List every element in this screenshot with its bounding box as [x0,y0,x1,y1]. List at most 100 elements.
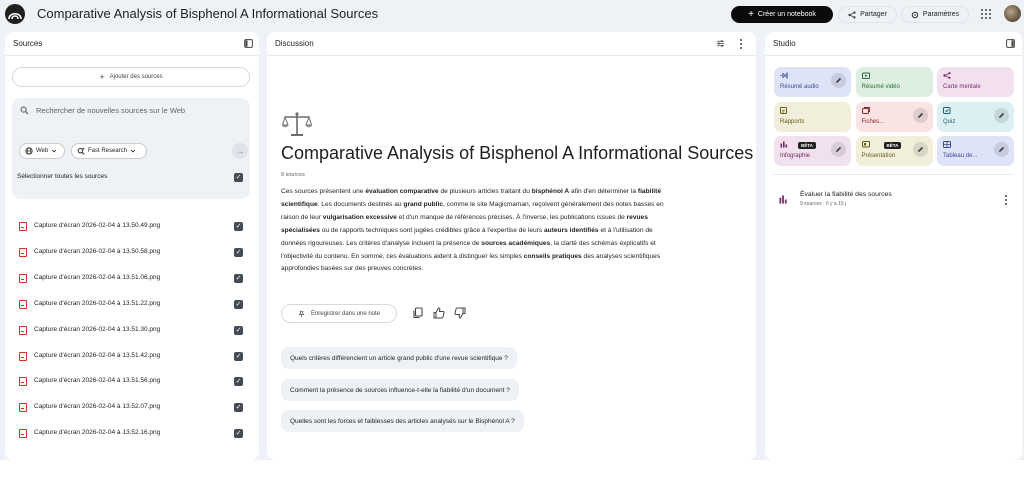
check-icon: ✓ [235,274,242,282]
search-input[interactable]: Rechercher de nouvelles sources sur le W… [36,106,185,115]
source-checkbox[interactable]: ✓ [234,403,243,413]
infographic-icon [780,141,788,148]
source-list-item[interactable]: Capture d'écran 2026-02-04 à 13.51.42.pn… [5,347,259,367]
source-list-item[interactable]: Capture d'écran 2026-02-04 à 13.51.06.pn… [5,269,259,289]
select-all-checkbox[interactable]: ✓ [234,173,243,182]
sources-header: Sources [5,32,259,56]
collapse-panel-icon[interactable] [1006,39,1015,48]
discussion-panel: Discussion Comparative Analysis of Bisph… [267,32,756,460]
pencil-icon [917,112,923,118]
studio-tile[interactable]: Carte mentale [937,67,1014,97]
slides-icon [861,141,870,148]
edit-button[interactable] [994,142,1009,157]
source-checkbox[interactable]: ✓ [234,351,243,361]
summary-highlight: évaluation comparative [365,188,439,195]
source-checkbox[interactable]: ✓ [234,429,243,439]
summary-segment: ou de rapports techniques sont jugées cr… [319,226,544,234]
note-meta: 9 sources · Il y a 15 j [800,201,847,207]
edit-button[interactable] [831,142,846,157]
source-list-item[interactable]: Capture d'écran 2026-02-04 à 13.50.49.pn… [5,217,259,237]
summary-highlight: bisphénol A [531,188,570,195]
save-to-note-label: Enregistrer dans une note [310,310,381,317]
balance-scale-icon [282,112,312,136]
saved-note-item[interactable]: Évaluer la fiabilité des sources 9 sourc… [773,188,1013,212]
source-checkbox[interactable]: ✓ [234,325,243,335]
studio-tile[interactable]: BÊTA Présentation [855,136,933,166]
waveform-icon [780,72,788,79]
flashcard-icon [861,106,870,114]
source-name: Capture d'écran 2026-02-04 à 13.51.22.pn… [34,299,161,307]
submit-search-button[interactable]: → [232,143,248,159]
source-checkbox[interactable]: ✓ [234,299,243,309]
source-name: Capture d'écran 2026-02-04 à 13.52.16.pn… [34,429,161,437]
thumbs-up-icon[interactable] [433,307,445,319]
studio-tile[interactable]: BÊTA Infographie [774,136,851,166]
studio-tile[interactable]: Résumé vidéo [855,67,933,97]
summary-highlight: vulgarisation excessive [322,213,397,221]
image-file-icon [19,429,27,439]
check-icon: ✓ [235,352,242,360]
source-name: Capture d'écran 2026-02-04 à 13.51.42.pn… [34,351,161,359]
check-icon: ✓ [235,174,242,181]
source-list-item[interactable]: Capture d'écran 2026-02-04 à 13.51.30.pn… [5,321,259,341]
save-to-note-button[interactable]: Enregistrer dans une note [281,304,397,323]
summary-highlight: conseils pratiques [523,252,582,260]
check-icon: ✓ [235,248,242,256]
source-checkbox[interactable]: ✓ [234,273,243,283]
source-list-item[interactable]: Capture d'écran 2026-02-04 à 13.52.16.pn… [5,424,259,444]
source-list-item[interactable]: Capture d'écran 2026-02-04 à 13.50.58.pn… [5,243,259,263]
studio-tile[interactable]: Rapports [774,101,851,132]
studio-tile[interactable]: Tableau de... [937,136,1014,166]
add-sources-button[interactable]: + Ajouter des sources [12,67,250,87]
image-file-icon [19,351,27,361]
source-checkbox[interactable]: ✓ [234,247,243,257]
settings-button[interactable]: Paramètres [901,6,969,23]
source-checkbox[interactable]: ✓ [234,222,243,231]
image-file-icon [19,299,27,309]
notebooklm-logo-icon[interactable] [5,4,25,24]
image-file-icon [19,377,27,387]
report-icon [779,195,787,204]
check-icon: ✓ [235,326,242,334]
discussion-header: Discussion [267,32,756,56]
tune-icon[interactable] [716,39,725,48]
source-list-item[interactable]: Capture d'écran 2026-02-04 à 13.51.56.pn… [5,372,259,392]
suggested-question[interactable]: Comment la présence de sources influence… [281,379,519,401]
divider [773,174,1013,175]
studio-tile[interactable]: Quiz [937,101,1014,132]
edit-button[interactable] [912,107,928,123]
edit-button[interactable] [831,73,846,88]
notebook-title[interactable]: Comparative Analysis of Bisphenol A Info… [37,6,378,21]
source-type-select[interactable]: Web [19,143,65,159]
studio-tile[interactable]: Fiches... [855,101,933,132]
image-file-icon [19,403,27,413]
studio-tile-label: Infographie [780,153,811,159]
pencil-icon [917,146,923,152]
studio-tile[interactable]: Résumé audio [774,67,851,97]
note-more-icon[interactable] [1005,195,1008,205]
pencil-icon [999,112,1005,118]
source-checkbox[interactable]: ✓ [234,377,243,387]
thumbs-down-icon[interactable] [454,307,466,319]
discussion-more-icon[interactable] [740,39,743,49]
share-button[interactable]: Partager [838,6,897,23]
suggested-question[interactable]: Quels critères différencient un article … [281,347,517,369]
source-count: 9 sources [281,172,305,178]
edit-button[interactable] [994,107,1009,123]
research-mode-select[interactable]: Fast Research [71,143,147,159]
studio-tile-label: Présentation [861,153,896,159]
top-bar: Comparative Analysis of Bisphenol A Info… [0,0,1024,30]
avatar[interactable] [1004,5,1021,22]
copy-icon[interactable] [412,307,424,319]
source-list-item[interactable]: Capture d'écran 2026-02-04 à 13.51.22.pn… [5,295,259,315]
source-name: Capture d'écran 2026-02-04 à 13.51.56.pn… [34,377,161,385]
collapse-panel-icon[interactable] [244,39,253,48]
edit-button[interactable] [912,142,928,157]
source-list-item[interactable]: Capture d'écran 2026-02-04 à 13.52.07.pn… [5,398,259,418]
create-notebook-button[interactable]: + Créer un notebook [731,6,833,23]
apps-grid-icon[interactable] [981,9,991,19]
suggested-question[interactable]: Quelles sont les forces et faiblesses de… [281,410,524,432]
studio-panel: Studio Résumé audio Résumé vidéo Carte men… [765,32,1022,460]
create-notebook-label: Créer un notebook [757,11,816,18]
check-icon: ✓ [235,378,242,386]
